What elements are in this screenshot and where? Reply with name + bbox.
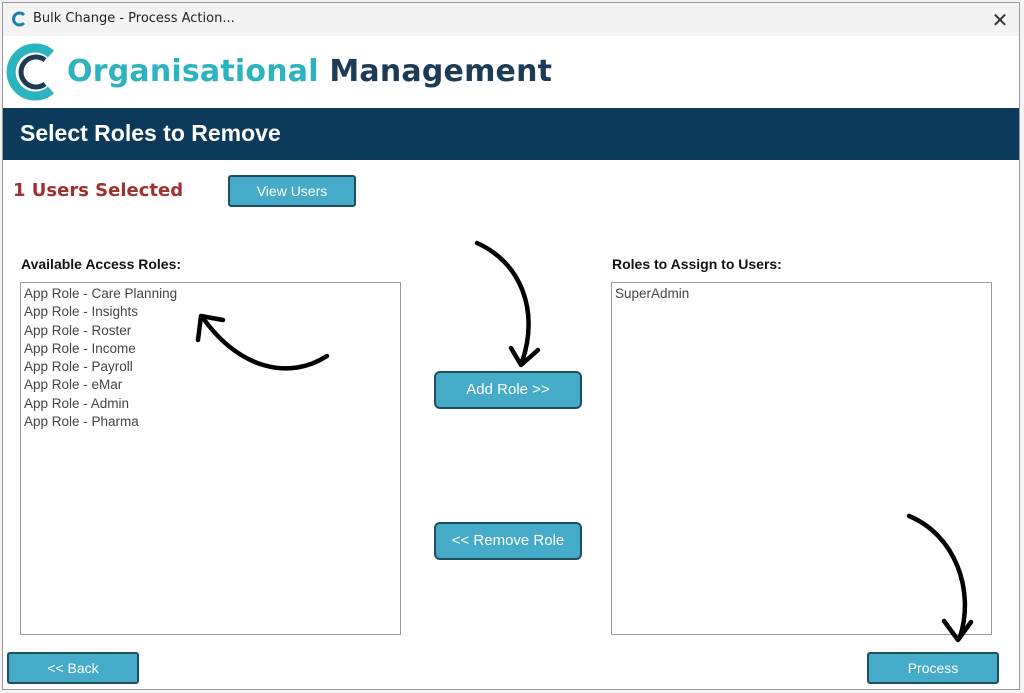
logo-text-part1: Organisational xyxy=(67,54,319,89)
available-roles-list[interactable]: App Role - Care Planning App Role - Insi… xyxy=(20,282,401,635)
process-button[interactable]: Process xyxy=(867,652,999,684)
logo-text-part2: Management xyxy=(329,54,553,89)
list-item[interactable]: App Role - Income xyxy=(24,340,397,358)
logo-text: Organisational Management xyxy=(67,54,552,89)
users-selected-count: 1 Users Selected xyxy=(13,180,184,201)
assign-roles-list[interactable]: SuperAdmin xyxy=(611,282,992,635)
close-icon[interactable]: ✕ xyxy=(987,7,1013,33)
app-logo-icon xyxy=(12,11,26,27)
list-item[interactable]: App Role - Roster xyxy=(24,322,397,340)
list-item[interactable]: App Role - Care Planning xyxy=(24,285,397,303)
logo-mark-icon xyxy=(6,43,54,101)
list-item[interactable]: App Role - Payroll xyxy=(24,358,397,376)
list-item[interactable]: App Role - Insights xyxy=(24,303,397,321)
page-title: Select Roles to Remove xyxy=(20,120,281,146)
title-bar: Bulk Change - Process Action... ✕ xyxy=(3,3,1019,36)
add-role-button[interactable]: Add Role >> xyxy=(434,371,582,409)
back-button[interactable]: << Back xyxy=(7,652,139,684)
list-item[interactable]: App Role - eMar xyxy=(24,376,397,394)
header-banner: Select Roles to Remove xyxy=(3,108,1019,160)
available-roles-label: Available Access Roles: xyxy=(21,256,182,272)
assign-roles-label: Roles to Assign to Users: xyxy=(612,256,782,272)
list-item[interactable]: SuperAdmin xyxy=(615,285,988,303)
window-title: Bulk Change - Process Action... xyxy=(33,11,235,26)
list-item[interactable]: App Role - Admin xyxy=(24,395,397,413)
logo-area: Organisational Management xyxy=(3,36,1019,108)
list-item[interactable]: App Role - Pharma xyxy=(24,413,397,431)
remove-role-button[interactable]: << Remove Role xyxy=(434,522,582,560)
view-users-button[interactable]: View Users xyxy=(228,175,356,207)
